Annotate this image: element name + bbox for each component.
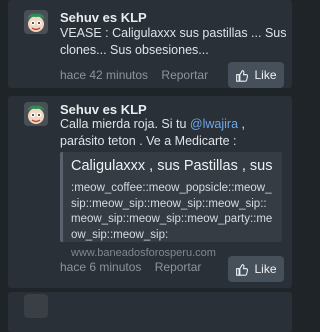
post-timestamp[interactable]: hace 42 minutos (60, 68, 148, 82)
avatar-face-icon (24, 10, 48, 34)
post-username[interactable]: Sehuv es KLP (60, 10, 147, 25)
link-preview-card[interactable]: Caligulaxxx , sus Pastillas , sus clones… (60, 152, 282, 259)
avatar-face-icon (24, 102, 48, 126)
report-link[interactable]: Reportar (161, 68, 208, 82)
post-username[interactable]: Sehuv es KLP (60, 102, 147, 117)
like-button[interactable]: Like (228, 256, 284, 282)
like-label: Like (254, 68, 277, 82)
post-meta: hace 6 minutos Reportar (60, 260, 201, 274)
link-preview-title[interactable]: Caligulaxxx , sus Pastillas , sus clones… (71, 158, 274, 174)
thumbs-up-icon (236, 263, 249, 276)
post-body: VEASE : Caligulaxxx sus pastillas ... Su… (60, 26, 287, 57)
post-body: Calla mierda roja. Si tu @lwajira , pará… (60, 116, 290, 150)
thumbs-up-icon (236, 69, 249, 82)
report-link[interactable]: Reportar (155, 260, 202, 274)
post-1: Sehuv es KLP VEASE : Caligulaxxx sus pas… (8, 0, 292, 88)
avatar[interactable] (24, 294, 48, 318)
like-label: Like (254, 262, 277, 276)
like-button[interactable]: Like (228, 62, 284, 88)
post-text-before: Calla mierda roja. Si tu (60, 117, 190, 131)
avatar[interactable] (24, 102, 48, 126)
post-2: Sehuv es KLP Calla mierda roja. Si tu @l… (8, 96, 292, 288)
post-3 (8, 292, 292, 332)
post-meta: hace 42 minutos Reportar (60, 68, 208, 82)
post-timestamp[interactable]: hace 6 minutos (60, 260, 141, 274)
user-mention-link[interactable]: @lwajira (190, 117, 238, 131)
avatar[interactable] (24, 10, 48, 34)
link-preview-description: :meow_coffee::meow_popsicle::meow_sip::m… (71, 182, 273, 241)
